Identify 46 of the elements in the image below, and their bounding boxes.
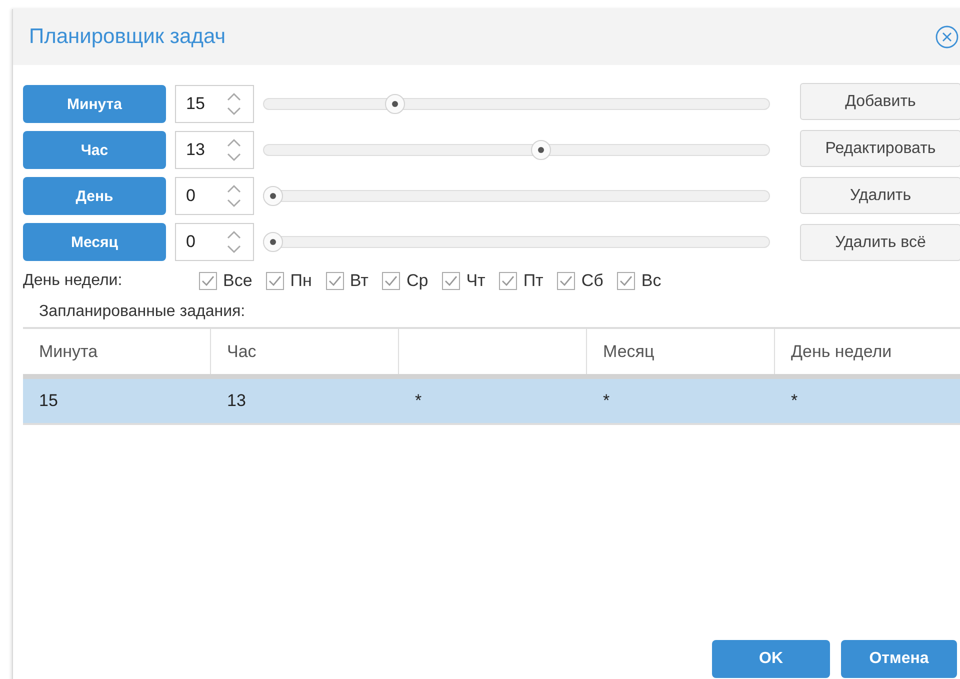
weekday-label: День недели:	[23, 272, 124, 290]
spin-field[interactable]: 0	[175, 177, 254, 215]
table-cell-text: *	[602, 390, 610, 412]
checkbox[interactable]	[442, 272, 460, 290]
checkbox-label: Все	[223, 271, 252, 291]
checkbox-label: Вс	[641, 271, 662, 291]
checkbox-label: Пт	[523, 271, 544, 291]
table-row[interactable]: 15 13 * * *	[23, 379, 960, 425]
slider-thumb[interactable]	[263, 232, 283, 252]
checkbox-label: Вт	[350, 271, 368, 291]
slider-track[interactable]	[263, 186, 770, 206]
checkbox[interactable]	[382, 272, 400, 290]
action-button[interactable]: Удалить всё	[800, 224, 960, 261]
checkbox-label: Чт	[466, 271, 486, 291]
checkbox[interactable]	[617, 272, 636, 290]
spin-field[interactable]: 0	[175, 223, 254, 261]
column-header: Час	[211, 329, 399, 374]
table-cell-text: 13	[226, 390, 246, 412]
checkbox[interactable]	[499, 272, 518, 290]
action-button[interactable]: Удалить	[800, 177, 960, 214]
checkbox-label: Пн	[290, 271, 312, 291]
spin-field[interactable]: 13	[175, 131, 254, 169]
slider-track[interactable]	[263, 94, 770, 114]
slider-thumb[interactable]	[263, 186, 283, 206]
checkbox-label: Сб	[581, 271, 604, 291]
checkbox[interactable]	[326, 272, 344, 290]
column-header: Минута	[23, 329, 211, 374]
checkbox-label: Ср	[406, 271, 428, 291]
table-cell-text: *	[414, 390, 422, 412]
checkbox[interactable]	[266, 272, 284, 290]
close-icon[interactable]	[935, 25, 959, 49]
column-header: День недели	[775, 329, 960, 374]
spin-field[interactable]: 15	[175, 85, 254, 123]
action-button[interactable]: Добавить	[800, 83, 960, 120]
action-button[interactable]: Редактировать	[800, 130, 960, 167]
table-cell-text: *	[790, 390, 798, 412]
slider-track[interactable]	[263, 140, 770, 160]
slider-thumb[interactable]	[384, 94, 405, 114]
checkbox[interactable]	[199, 272, 217, 290]
table-title: Запланированные задания:	[39, 303, 246, 321]
slider-track[interactable]	[263, 232, 770, 252]
checkbox[interactable]	[557, 272, 576, 290]
column-header: Месяц	[587, 329, 775, 374]
slider-thumb[interactable]	[530, 140, 551, 160]
table-cell-text: 15	[38, 390, 58, 412]
window-title: Планировщик задач	[29, 25, 226, 49]
